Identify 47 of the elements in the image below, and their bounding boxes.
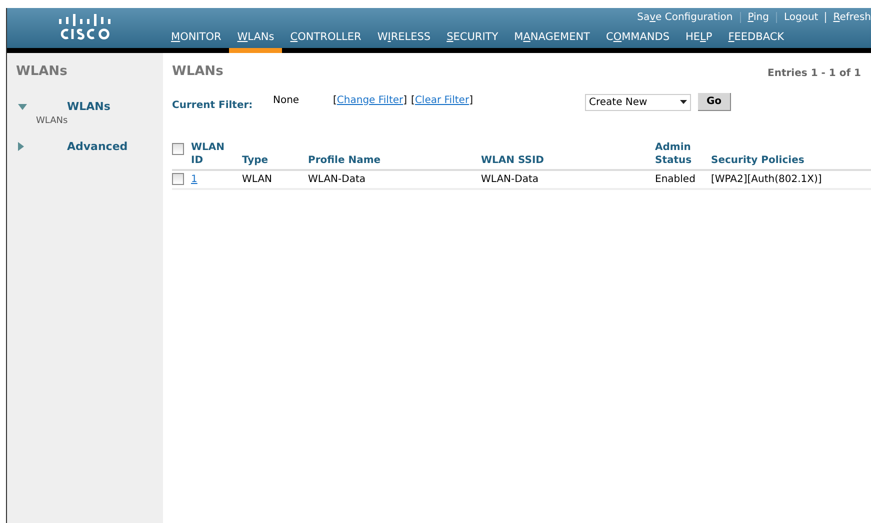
table-cell-text: Enabled <box>655 172 696 186</box>
header-link[interactable]: Logout <box>784 10 818 24</box>
bracket-text: ] <box>403 94 408 108</box>
filter-label: Current Filter: <box>172 98 254 112</box>
column-header: Security Policies <box>711 154 806 166</box>
collapsed-triangle-icon[interactable] <box>18 142 24 152</box>
filter-link[interactable]: Clear Filter <box>414 92 470 108</box>
expanded-triangle-icon[interactable] <box>18 104 27 110</box>
column-header: Admin Status <box>655 140 693 166</box>
logo-wordmark-icon <box>58 28 110 40</box>
column-header: WLAN ID <box>191 140 226 166</box>
sidebar-item[interactable]: Advanced <box>67 138 128 155</box>
bracket-text: ] <box>469 94 473 108</box>
sidebar-item[interactable]: WLANs <box>67 98 110 115</box>
menu-tab[interactable]: COMMANDS <box>598 30 678 53</box>
table-cell-text: WLAN <box>242 172 274 186</box>
table-cell-text: [WPA2][Auth(802.1X)] <box>711 172 823 186</box>
sidebar-title: WLANs <box>16 63 68 81</box>
header-link[interactable]: Save Configuration <box>637 10 733 24</box>
menu-tab[interactable]: WIRELESS <box>369 30 439 53</box>
filter-value: None <box>273 94 300 108</box>
entries-count: Entries 1 - 1 of 1 <box>768 67 861 81</box>
wlan-id-link[interactable]: 1 <box>191 174 198 184</box>
column-header: WLAN SSID <box>481 154 545 166</box>
menu-tab[interactable]: HELP <box>678 30 720 53</box>
checkbox[interactable] <box>172 173 184 185</box>
menu-tab[interactable]: SECURITY <box>438 30 506 53</box>
column-header: Profile Name <box>308 154 382 166</box>
table-cell-text: WLAN-Data <box>308 172 366 186</box>
caret-icon <box>680 100 687 104</box>
column-header: Type <box>242 154 270 166</box>
filter-link[interactable]: Change Filter <box>336 92 404 108</box>
menu-tab[interactable]: MONITOR <box>163 30 230 53</box>
header-link[interactable]: Refresh <box>833 10 871 24</box>
logo-bars-icon <box>56 14 112 26</box>
menu-tab[interactable]: MANAGEMENT <box>506 30 598 53</box>
go-button[interactable]: Go <box>698 92 731 110</box>
menu-tab[interactable]: CONTROLLER <box>282 30 370 53</box>
table-cell-text: WLAN-Data <box>481 172 540 186</box>
sidebar-subitem[interactable]: WLANs <box>16 115 154 128</box>
page-title: WLANs <box>172 63 224 81</box>
bracket-text: [ <box>333 94 337 108</box>
checkbox[interactable] <box>172 142 184 154</box>
action-dropdown[interactable]: Create New <box>585 94 691 110</box>
bracket-text: [ <box>411 94 415 108</box>
header-link[interactable]: Ping <box>748 10 769 24</box>
menu-tab[interactable]: FEEDBACK <box>720 30 792 53</box>
